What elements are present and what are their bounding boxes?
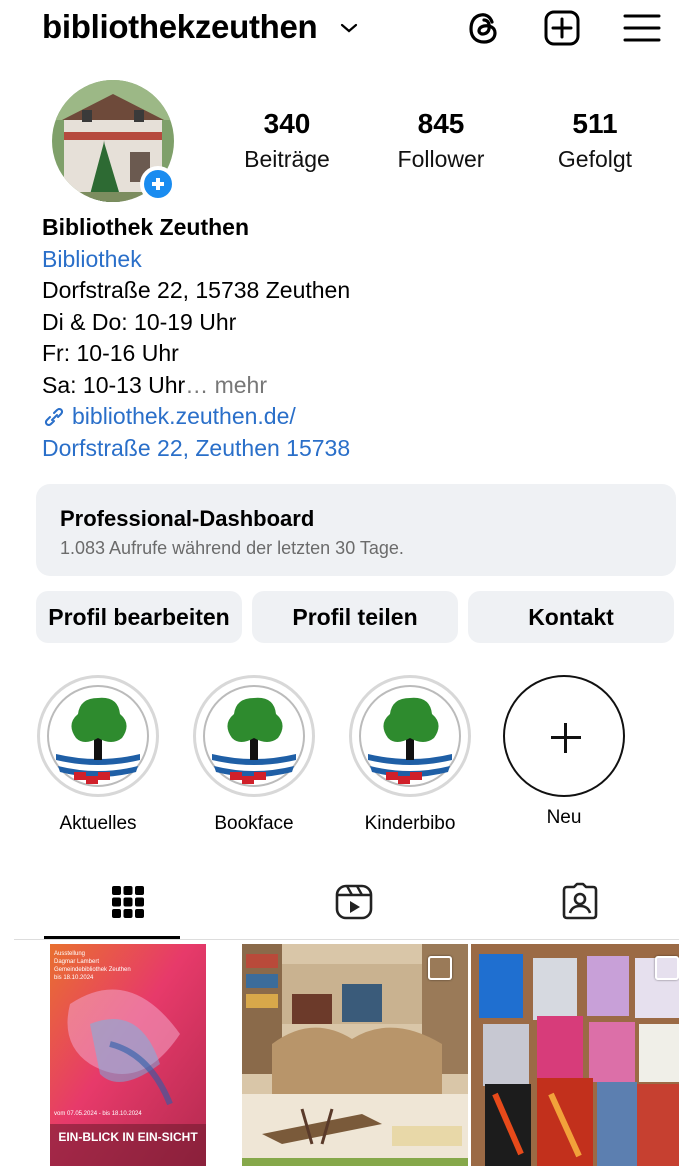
grid-post[interactable]: [242, 944, 468, 1166]
highlight-label: Kinderbibo: [364, 813, 456, 834]
profile-category[interactable]: Bibliothek: [42, 244, 350, 276]
highlight-label: Bookface: [214, 813, 294, 834]
professional-dashboard[interactable]: Professional-Dashboard 1.083 Aufrufe wäh…: [36, 484, 676, 576]
bio-line: Fr: 10-16 Uhr: [42, 340, 179, 366]
chevron-down-icon[interactable]: [338, 20, 360, 36]
more-link[interactable]: … mehr: [185, 372, 267, 398]
highlight-label: Neu: [546, 807, 582, 828]
threads-icon[interactable]: [464, 8, 504, 48]
address-link[interactable]: Dorfstraße 22, Zeuthen 15738: [42, 433, 350, 465]
multiple-images-icon: [428, 956, 452, 980]
profile-avatar[interactable]: [52, 80, 178, 206]
profile-name: Bibliothek Zeuthen: [42, 214, 249, 240]
tab-tagged[interactable]: [466, 872, 679, 938]
tree-logo-icon: [47, 685, 149, 787]
divider: [14, 939, 679, 940]
poster-title: EIN-BLICK IN EIN-SICHT: [58, 1130, 198, 1144]
dashboard-title: Professional-Dashboard: [60, 506, 315, 531]
share-profile-button[interactable]: Profil teilen: [252, 591, 458, 643]
reels-icon: [335, 884, 373, 920]
poster-text: Ausstellung Dagmar Lambert Gemeindebibli…: [54, 951, 131, 981]
grid-icon: [112, 886, 144, 918]
link-icon: [44, 407, 64, 427]
add-highlight-plus-icon: [503, 675, 625, 797]
tree-logo-icon: [359, 685, 461, 787]
account-username[interactable]: bibliothekzeuthen: [42, 8, 318, 46]
profile-tabs: [0, 872, 679, 938]
followers-count[interactable]: 845 Follower: [366, 108, 516, 173]
new-highlight-button[interactable]: Neu: [499, 675, 629, 829]
tab-grid[interactable]: [14, 872, 240, 938]
add-story-plus-icon[interactable]: [140, 166, 176, 202]
highlight-kinderbibo[interactable]: Kinderbibo: [345, 675, 475, 835]
poster-dates: vom 07.05.2024 - bis 18.10.2024: [54, 1111, 142, 1117]
hamburger-menu-icon[interactable]: [622, 8, 662, 48]
highlight-cover: [193, 675, 315, 797]
website-link[interactable]: bibliothek.zeuthen.de/: [42, 401, 350, 433]
following-count[interactable]: 511 Gefolgt: [520, 108, 670, 173]
create-plus-icon[interactable]: [542, 8, 582, 48]
tagged-icon: [562, 882, 598, 920]
bio-line: Sa: 10-13 Uhr: [42, 371, 186, 398]
bio-line: Di & Do: 10-19 Uhr: [42, 308, 237, 335]
tree-logo-icon: [203, 685, 305, 787]
tab-reels[interactable]: [240, 872, 466, 938]
edit-profile-button[interactable]: Profil bearbeiten: [36, 591, 242, 643]
highlight-aktuelles[interactable]: Aktuelles: [33, 675, 163, 835]
highlight-cover: [349, 675, 471, 797]
grid-post[interactable]: [471, 944, 679, 1166]
multiple-images-icon: [655, 956, 679, 980]
contact-button[interactable]: Kontakt: [468, 591, 674, 643]
highlight-cover: [37, 675, 159, 797]
highlight-label: Aktuelles: [59, 813, 137, 834]
top-bar: bibliothekzeuthen: [0, 0, 679, 60]
dashboard-subtitle: 1.083 Aufrufe während der letzten 30 Tag…: [60, 538, 404, 558]
post-image: [471, 944, 679, 1166]
grid-post[interactable]: Ausstellung Dagmar Lambert Gemeindebibli…: [50, 944, 206, 1166]
posts-count[interactable]: 340 Beiträge: [212, 108, 362, 173]
bio-line: Dorfstraße 22, 15738 Zeuthen: [42, 277, 351, 303]
profile-bio: Bibliothek Zeuthen Bibliothek Dorfstraße…: [42, 212, 350, 464]
highlight-bookface[interactable]: Bookface: [189, 675, 319, 835]
